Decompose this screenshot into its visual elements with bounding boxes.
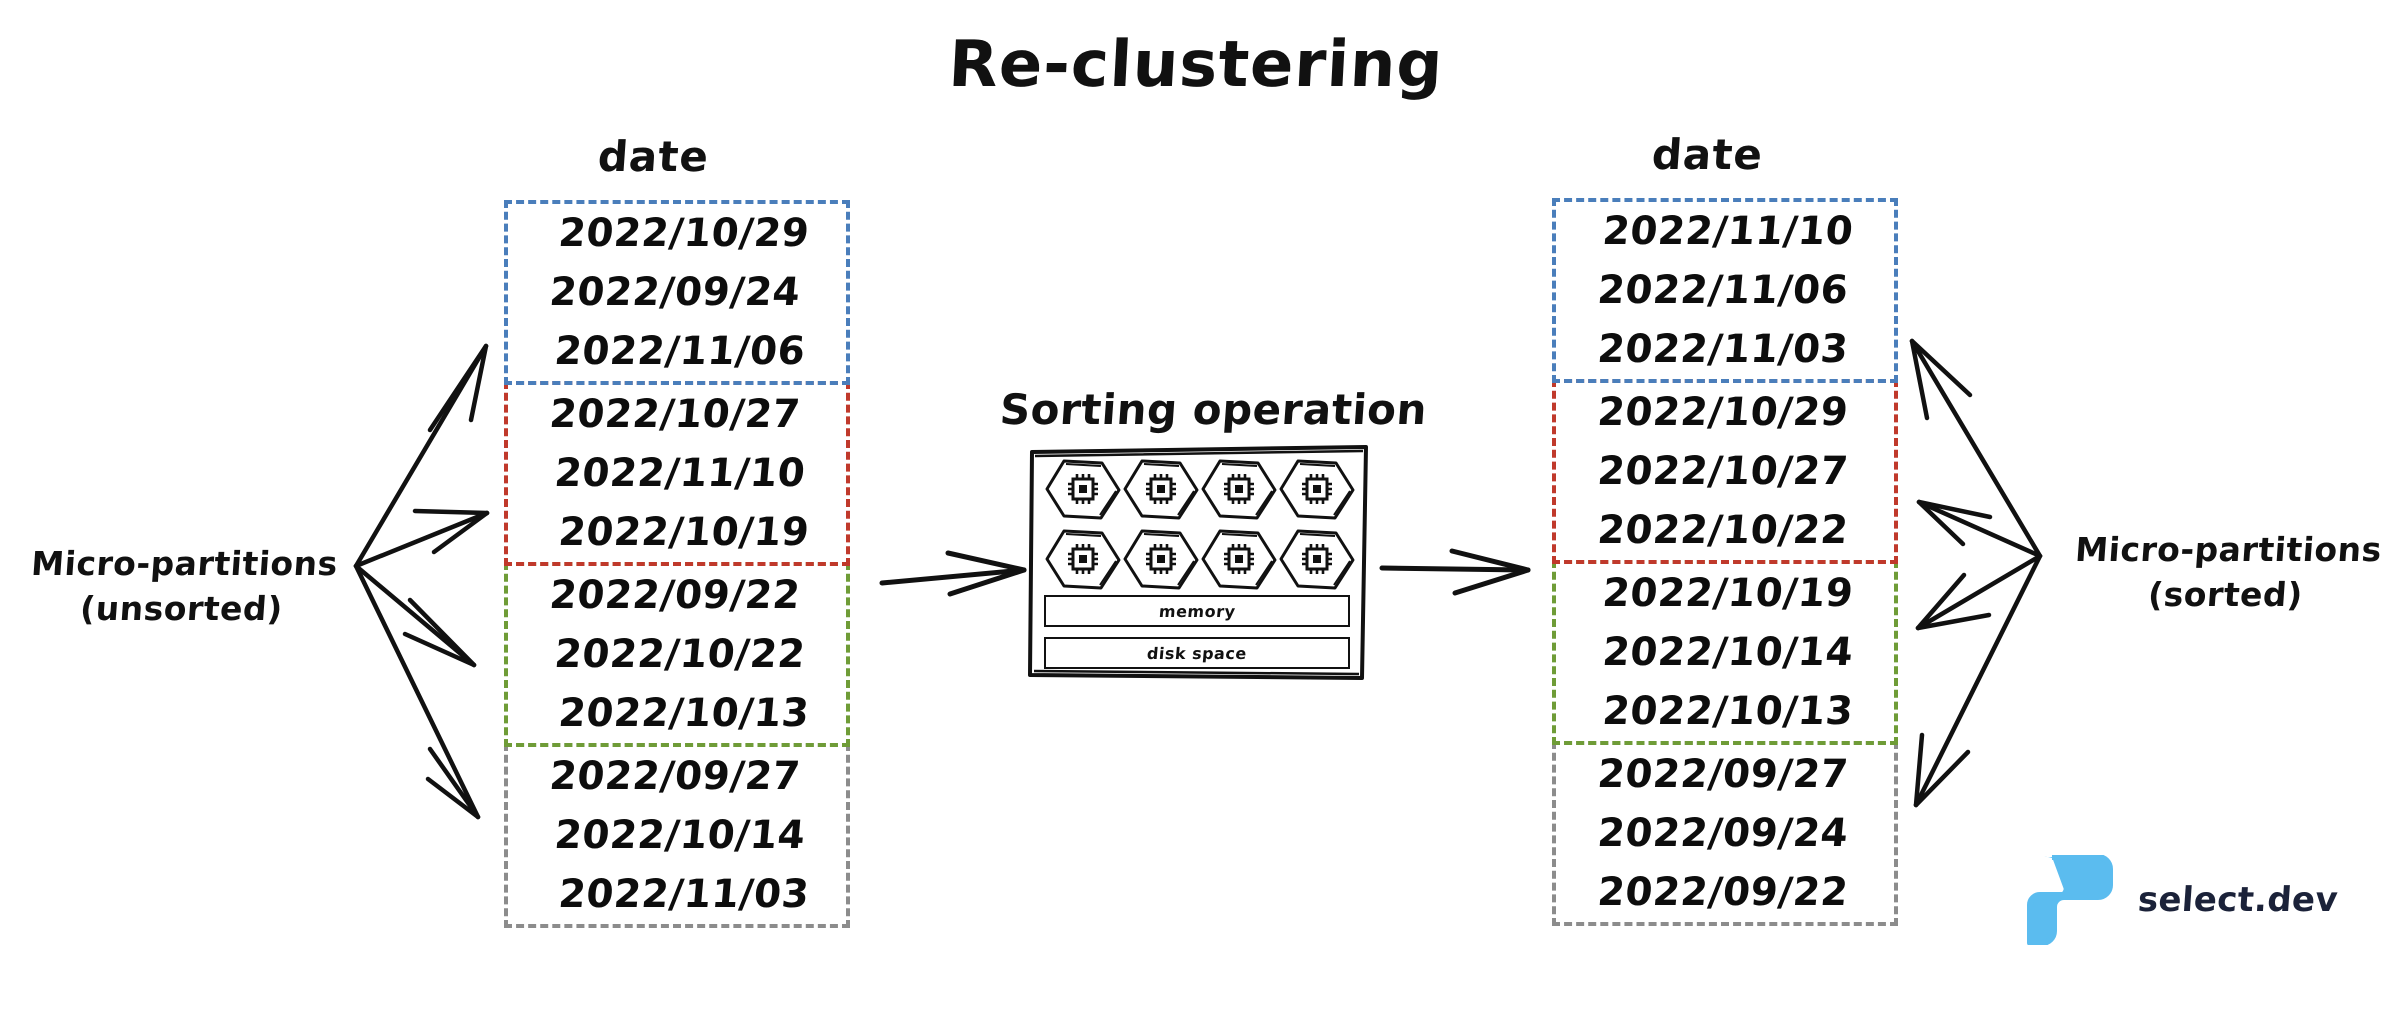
partition-group-green: 2022/09/22 2022/10/22 2022/10/13 (504, 562, 850, 747)
partition-row: 2022/10/27 (547, 392, 803, 437)
left-column-header: date (596, 132, 711, 181)
fan-arrow-sorted-gray (1913, 553, 2043, 808)
flow-arrow-out-of-sorting (1379, 548, 1531, 596)
memory-bar-label: memory (1157, 601, 1237, 621)
cpu-chip-grid (1044, 457, 1355, 590)
partition-row: 2022/09/24 (547, 270, 803, 315)
partition-row: 2022/10/29 (1595, 390, 1851, 435)
partition-row: 2022/11/10 (1600, 209, 1856, 254)
chip-cell (1044, 457, 1122, 527)
cpu-chip-icon (1279, 529, 1355, 590)
partition-row: 2022/10/22 (1595, 508, 1851, 553)
partition-row: 2022/11/06 (552, 329, 808, 374)
sorted-partition-table: 2022/11/10 2022/11/06 2022/11/03 2022/10… (1552, 198, 1898, 926)
sorting-operation-machine: memory disk space (1026, 443, 1370, 682)
unsorted-label-line-2: (unsorted) (78, 588, 285, 628)
sorting-operation-title: Sorting operation (998, 385, 1429, 434)
partition-row: 2022/09/22 (1595, 870, 1851, 915)
unsorted-partitions-label: Micro-partitions (unsorted) (15, 542, 351, 631)
partition-group-blue: 2022/11/10 2022/11/06 2022/11/03 (1552, 198, 1898, 383)
partition-row: 2022/10/29 (556, 211, 812, 256)
sorted-partitions-label: Micro-partitions (sorted) (2059, 528, 2392, 617)
partition-row: 2022/10/22 (552, 632, 808, 677)
cpu-chip-icon (1201, 529, 1277, 590)
chip-cell (1200, 457, 1278, 527)
fan-arrow-unsorted-red (353, 508, 490, 569)
partition-group-green: 2022/10/19 2022/10/14 2022/10/13 (1552, 560, 1898, 745)
partition-group-blue: 2022/10/29 2022/09/24 2022/11/06 (504, 200, 850, 385)
flow-arrow-into-sorting (879, 550, 1027, 597)
disk-space-bar: disk space (1044, 637, 1350, 669)
chip-cell (1044, 527, 1122, 597)
partition-row: 2022/11/10 (552, 451, 808, 496)
sorted-label-line-1: Micro-partitions (2073, 530, 2384, 569)
partition-row: 2022/11/03 (1595, 327, 1851, 372)
disk-space-bar-label: disk space (1146, 643, 1248, 663)
partition-row: 2022/11/06 (1595, 268, 1851, 313)
fan-arrow-sorted-red (1916, 499, 2043, 559)
cpu-chip-icon (1123, 459, 1199, 520)
cpu-chip-icon (1279, 459, 1355, 520)
chip-cell (1278, 527, 1356, 597)
partition-group-red: 2022/10/29 2022/10/27 2022/10/22 (1552, 379, 1898, 564)
partition-group-red: 2022/10/27 2022/11/10 2022/10/19 (504, 381, 850, 566)
chip-cell (1122, 527, 1200, 597)
cpu-chip-icon (1045, 529, 1121, 590)
select-dev-logo-mark-icon (2027, 855, 2113, 945)
unsorted-label-line-1: Micro-partitions (29, 544, 340, 583)
brand-logo[interactable]: select.dev (2022, 855, 2340, 945)
unsorted-partition-table: 2022/10/29 2022/09/24 2022/11/06 2022/10… (504, 200, 850, 928)
partition-row: 2022/10/19 (556, 510, 812, 555)
right-column-header: date (1650, 130, 1765, 179)
page-title: Re-clustering (946, 28, 1446, 102)
partition-row: 2022/10/13 (556, 691, 812, 736)
partition-row: 2022/10/14 (552, 813, 808, 858)
memory-bar: memory (1044, 595, 1350, 627)
partition-row: 2022/10/14 (1600, 630, 1856, 675)
cpu-chip-icon (1201, 459, 1277, 520)
fan-arrow-sorted-blue (1909, 338, 2043, 559)
fan-arrow-sorted-green (1915, 553, 2043, 631)
chip-cell (1278, 457, 1356, 527)
partition-row: 2022/10/13 (1600, 689, 1856, 734)
partition-row: 2022/09/24 (1595, 811, 1851, 856)
sorted-label-line-2: (sorted) (2146, 574, 2305, 614)
partition-row: 2022/09/27 (547, 754, 803, 799)
partition-row: 2022/11/03 (556, 872, 812, 917)
brand-logo-text: select.dev (2136, 880, 2340, 920)
cpu-chip-icon (1123, 529, 1199, 590)
chip-cell (1200, 527, 1278, 597)
partition-group-gray: 2022/09/27 2022/09/24 2022/09/22 (1552, 741, 1898, 926)
partition-row: 2022/10/19 (1600, 571, 1856, 616)
fan-arrow-unsorted-gray (353, 563, 481, 820)
partition-row: 2022/09/22 (547, 573, 803, 618)
fan-arrow-unsorted-green (353, 563, 477, 668)
cpu-chip-icon (1045, 459, 1121, 520)
chip-cell (1122, 457, 1200, 527)
partition-group-gray: 2022/09/27 2022/10/14 2022/11/03 (504, 743, 850, 928)
partition-row: 2022/10/27 (1595, 449, 1851, 494)
fan-arrow-unsorted-blue (353, 343, 489, 569)
partition-row: 2022/09/27 (1595, 752, 1851, 797)
